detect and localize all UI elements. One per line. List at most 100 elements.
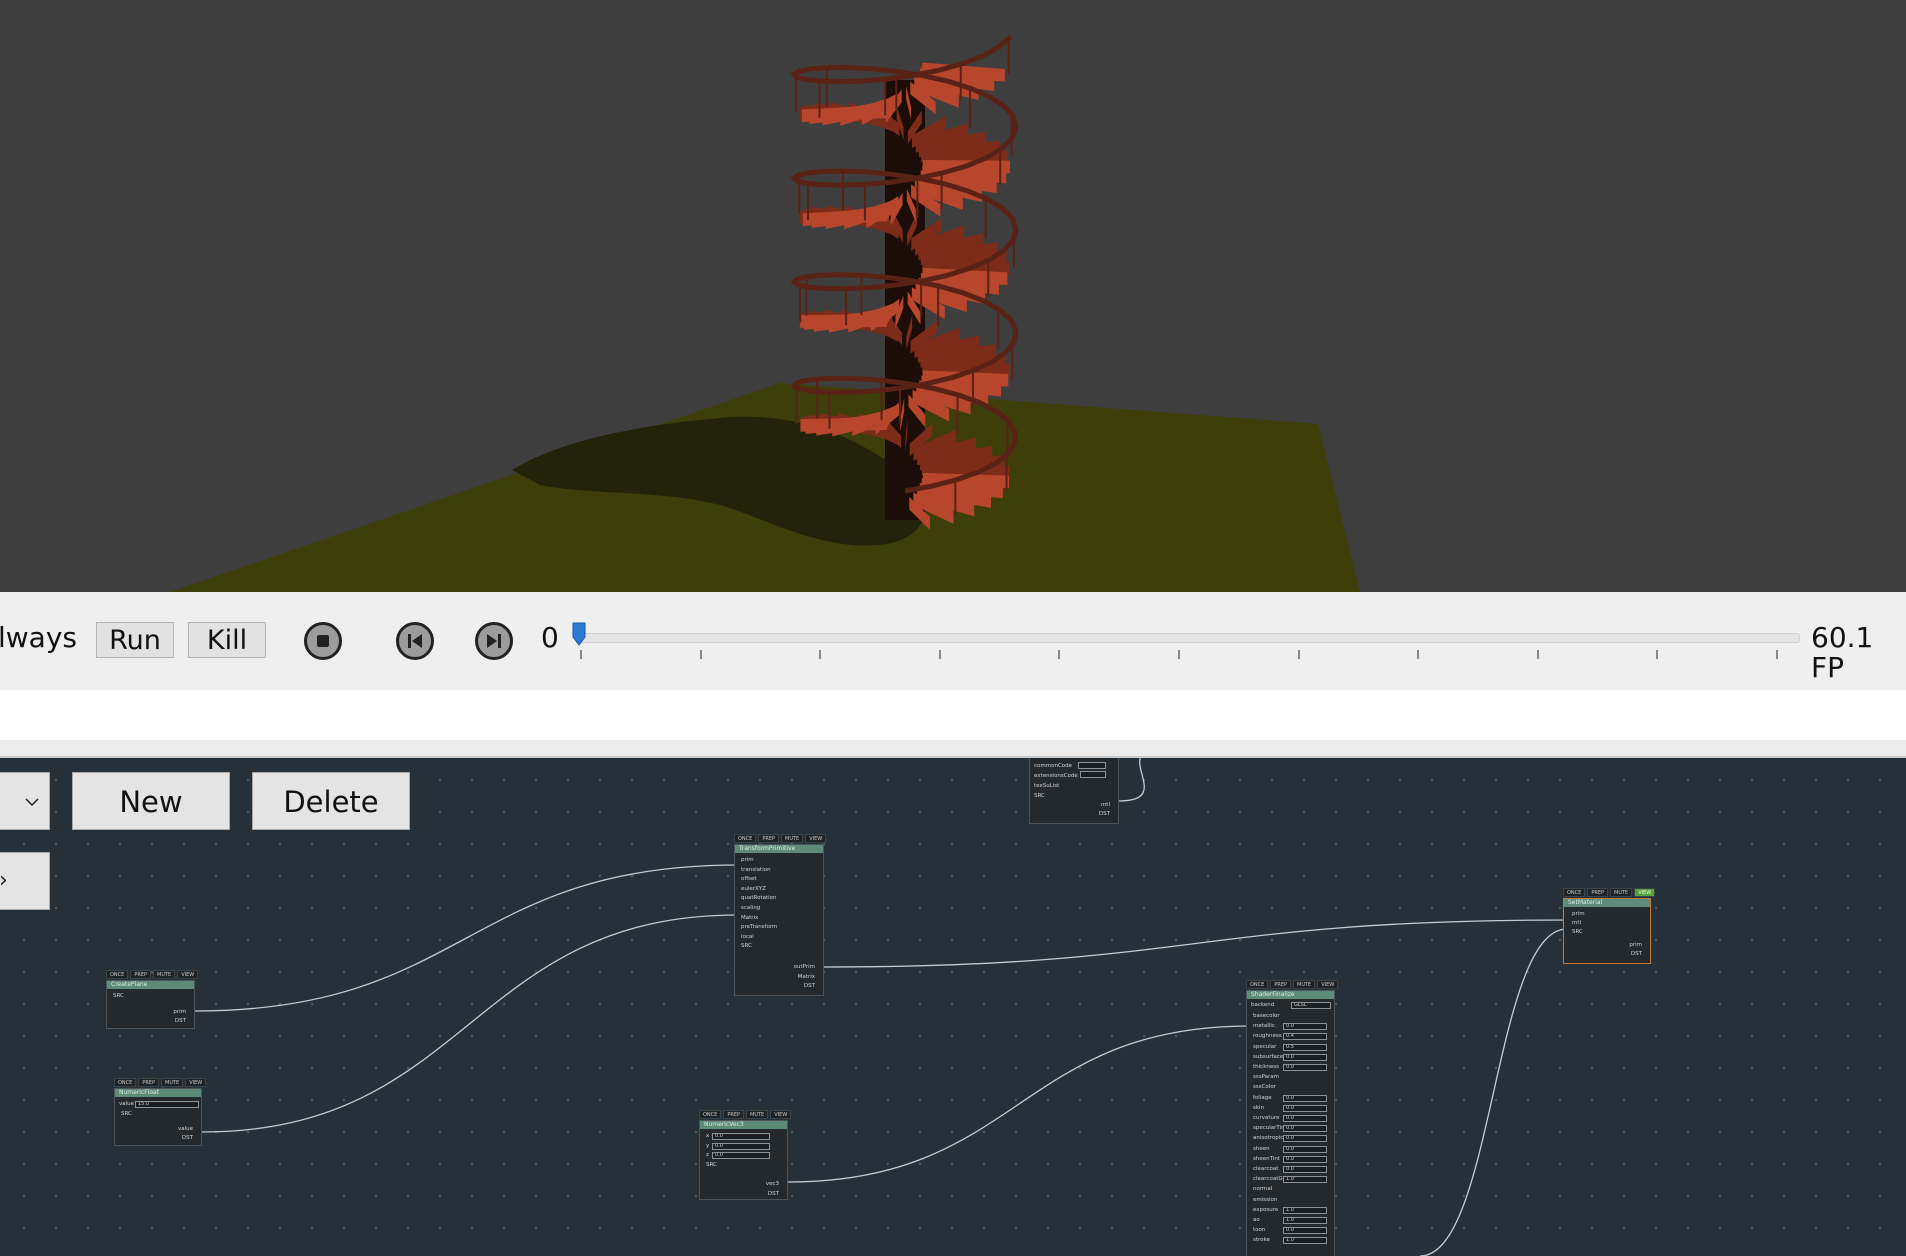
- port-value[interactable]: [1078, 762, 1106, 769]
- view-toggle[interactable]: VIEW: [177, 970, 199, 979]
- node-set-material[interactable]: SetMaterial prim mtl SRC prim DST: [1563, 898, 1651, 964]
- port-label: sheen: [1253, 1145, 1270, 1152]
- once-toggle[interactable]: ONCE: [734, 834, 757, 843]
- editor-side-button[interactable]: ›: [0, 852, 50, 910]
- node-wire: [1118, 758, 1145, 802]
- view-toggle[interactable]: VIEW: [805, 834, 827, 843]
- once-toggle[interactable]: ONCE: [699, 1110, 722, 1119]
- port-label: DST: [181, 1135, 193, 1141]
- mute-toggle[interactable]: MUTE: [781, 834, 804, 843]
- delete-graph-button[interactable]: Delete: [252, 772, 410, 830]
- node-numeric-vec3[interactable]: NumericVec3 x 0.0 y 0.0 z 0.0 SRC vec3 DST: [699, 1120, 788, 1200]
- port-label: ao: [1253, 1217, 1260, 1223]
- prep-toggle[interactable]: PREP: [1270, 980, 1291, 989]
- stop-icon[interactable]: [304, 622, 342, 660]
- prep-toggle[interactable]: PREP: [1587, 888, 1608, 897]
- value-field[interactable]: 15.0: [135, 1101, 199, 1108]
- run-mode-label[interactable]: lways: [0, 623, 77, 653]
- port-label: DST: [174, 1018, 186, 1024]
- node-shader-finalize[interactable]: ShaderFinalize backend GLSL basecolor met…: [1246, 990, 1335, 1256]
- prep-toggle[interactable]: PREP: [138, 1078, 159, 1087]
- mute-toggle[interactable]: MUTE: [1293, 980, 1316, 989]
- port-value[interactable]: 0.0: [1283, 1053, 1327, 1061]
- port-value[interactable]: 0.0: [1283, 1135, 1327, 1143]
- prep-toggle[interactable]: PREP: [758, 834, 779, 843]
- port-value[interactable]: 0.0: [1283, 1064, 1327, 1071]
- view-toggle[interactable]: VIEW: [1317, 980, 1339, 989]
- mute-toggle[interactable]: MUTE: [746, 1110, 769, 1119]
- port-value[interactable]: 0.0: [712, 1152, 770, 1160]
- port-value[interactable]: 0.0: [1283, 1094, 1327, 1102]
- 3d-viewport[interactable]: [0, 0, 1906, 592]
- port-value[interactable]: 0.0: [1283, 1227, 1327, 1235]
- once-toggle[interactable]: ONCE: [1563, 888, 1586, 897]
- port-label: SRC: [706, 1161, 717, 1168]
- port-value[interactable]: 0.4: [1283, 1033, 1327, 1041]
- port-label: local: [741, 933, 754, 940]
- stair-step: [800, 417, 888, 432]
- port-value[interactable]: 0.0: [1283, 1166, 1327, 1173]
- view-toggle[interactable]: VIEW: [770, 1110, 792, 1119]
- port-label: x: [706, 1133, 710, 1139]
- port-label: curvature: [1253, 1115, 1280, 1121]
- port-value[interactable]: 0.5: [1283, 1043, 1327, 1051]
- port-value[interactable]: 0.0: [712, 1142, 770, 1150]
- node-title: NumericFloat: [115, 1089, 201, 1097]
- port-value[interactable]: 1.0: [1283, 1206, 1327, 1214]
- port-label: preTransform: [741, 924, 778, 931]
- port-value[interactable]: 0.0: [1283, 1115, 1327, 1122]
- timeline-thumb[interactable]: [572, 622, 586, 646]
- playback-toolbar: lways Run Kill 0 60.1 FP: [0, 592, 1906, 690]
- mute-toggle[interactable]: MUTE: [153, 970, 176, 979]
- panel-splitter[interactable]: [0, 740, 1906, 758]
- chevron-down-icon: [25, 798, 39, 807]
- next-frame-icon[interactable]: [475, 622, 513, 660]
- kill-button[interactable]: Kill: [188, 622, 266, 658]
- port-value[interactable]: 1.0: [1283, 1237, 1327, 1245]
- port-value[interactable]: 0.0: [1283, 1155, 1327, 1163]
- node-transform-primitive[interactable]: TransformPrimitive prim translation offset…: [734, 844, 824, 996]
- port-label: basecolor: [1253, 1013, 1280, 1019]
- port-label: y: [706, 1142, 710, 1149]
- node-top-material[interactable]: commonCode extensionsCode texSuList SRC …: [1029, 758, 1119, 824]
- once-toggle[interactable]: ONCE: [106, 970, 129, 979]
- port-value[interactable]: 0.0: [1283, 1145, 1327, 1153]
- port-value[interactable]: 0.0: [1283, 1104, 1327, 1112]
- port-label: roughness: [1253, 1033, 1282, 1040]
- node-flags: ONCE PREP MUTE VIEW: [1246, 980, 1339, 989]
- timeline-tick: [580, 650, 582, 659]
- port-label: stroke: [1253, 1237, 1270, 1244]
- once-toggle[interactable]: ONCE: [114, 1078, 137, 1087]
- port-label: SRC: [1034, 793, 1045, 799]
- once-toggle[interactable]: ONCE: [1246, 980, 1269, 989]
- previous-frame-icon[interactable]: [396, 622, 434, 660]
- node-editor[interactable]: New Delete › commonCode extensionsCode t…: [0, 758, 1906, 1256]
- port-label: outPrim: [793, 964, 815, 970]
- node-create-plane[interactable]: CreatePlane SRC prim DST: [106, 980, 195, 1029]
- port-value[interactable]: 0.0: [1283, 1023, 1327, 1031]
- port-value[interactable]: 0.0: [712, 1133, 770, 1140]
- node-numeric-float[interactable]: NumericFloat value 15.0 SRC value DST: [114, 1088, 202, 1146]
- run-button[interactable]: Run: [96, 622, 174, 658]
- node-wire: [787, 1025, 1251, 1183]
- timeline-slider[interactable]: [578, 633, 1800, 643]
- port-value[interactable]: 1.0: [1283, 1176, 1327, 1184]
- prep-toggle[interactable]: PREP: [723, 1110, 744, 1119]
- mute-toggle[interactable]: MUTE: [161, 1078, 184, 1087]
- timeline-tick: [1776, 650, 1779, 659]
- timeline-tick: [938, 650, 941, 659]
- port-label: sheenTint: [1253, 1155, 1280, 1162]
- port-label: SRC: [1572, 929, 1583, 935]
- new-graph-button[interactable]: New: [72, 772, 230, 830]
- view-toggle[interactable]: VIEW: [185, 1078, 207, 1087]
- port-label: toon: [1253, 1227, 1266, 1234]
- port-value[interactable]: 1.0: [1283, 1217, 1327, 1224]
- port-label: specular: [1253, 1043, 1277, 1050]
- port-value[interactable]: 0.0: [1283, 1125, 1327, 1133]
- prep-toggle[interactable]: PREP: [130, 970, 151, 979]
- mute-toggle[interactable]: MUTE: [1610, 888, 1633, 897]
- graph-select-dropdown[interactable]: [0, 772, 50, 830]
- port-value[interactable]: [1080, 771, 1106, 778]
- backend-select[interactable]: GLSL: [1291, 1002, 1331, 1009]
- view-toggle-active[interactable]: VIEW: [1634, 888, 1656, 897]
